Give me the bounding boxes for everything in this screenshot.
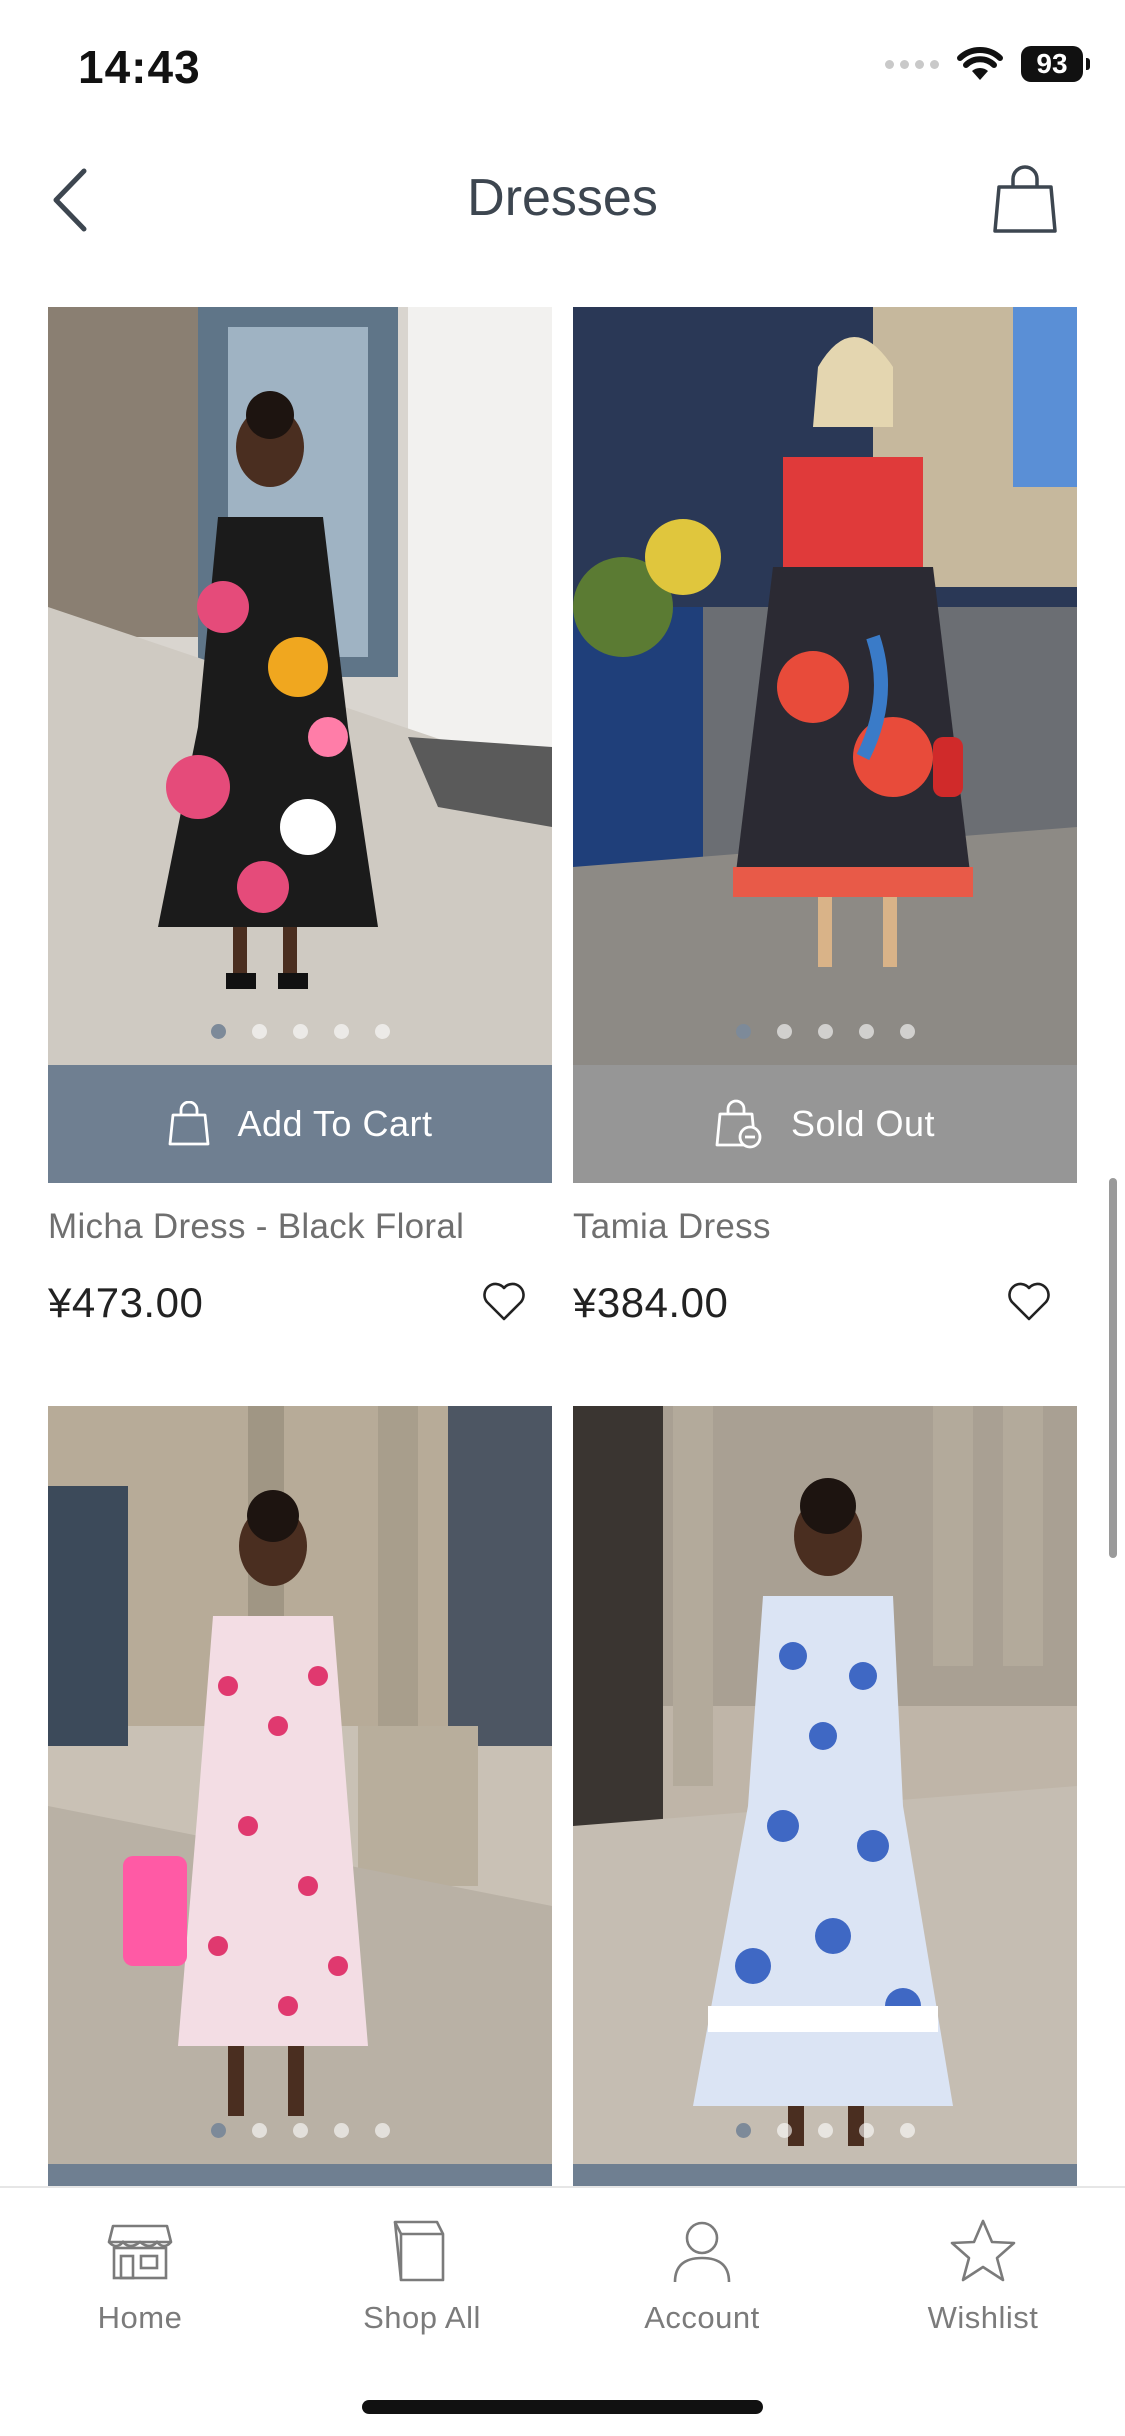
heart-icon[interactable] [1006, 1279, 1052, 1325]
pagination-dot[interactable] [817, 1024, 833, 1039]
pagination-dot[interactable] [776, 1024, 792, 1039]
add-to-cart-button[interactable]: Add To Cart [48, 1065, 552, 1183]
cart-button[interactable] [985, 160, 1065, 240]
pagination-dot[interactable] [858, 1024, 874, 1039]
product-card[interactable] [573, 1406, 1077, 2282]
pagination-dot[interactable] [817, 2123, 833, 2138]
add-to-cart-label: Add To Cart [237, 1103, 433, 1144]
pagination-dot[interactable] [333, 2123, 349, 2138]
pagination-dot[interactable] [735, 2123, 751, 2138]
pagination-dot[interactable] [333, 1024, 349, 1039]
shopping-bag-icon [993, 165, 1057, 233]
product-photo [573, 307, 1077, 1065]
pagination-dot[interactable] [251, 1024, 267, 1039]
heart-icon[interactable] [481, 1279, 527, 1325]
product-card[interactable]: Sold Out Tamia Dress ¥384.00 [573, 307, 1077, 1329]
pagination-dot[interactable] [735, 1024, 751, 1039]
user-icon [673, 2221, 731, 2283]
product-card[interactable]: Add To Cart Micha Dress - Black Floral ¥… [48, 307, 552, 1329]
sold-out-bag-icon [715, 1099, 762, 1149]
pagination-dot[interactable] [858, 2123, 874, 2138]
product-image[interactable] [48, 1406, 552, 2164]
product-name[interactable]: Micha Dress - Black Floral [48, 1207, 552, 1247]
product-photo [48, 307, 552, 1065]
store-icon [107, 2224, 173, 2280]
sold-out-button: Sold Out [573, 1065, 1077, 1183]
tab-label: Shop All [363, 2300, 481, 2335]
status-time: 14:43 [78, 41, 201, 93]
product-card[interactable] [48, 1406, 552, 2282]
product-price: ¥384.00 [573, 1279, 729, 1326]
image-pagination[interactable] [48, 2123, 552, 2138]
product-name[interactable]: Tamia Dress [573, 1207, 1077, 1247]
pagination-dot[interactable] [899, 1024, 915, 1039]
product-photo [48, 1406, 552, 2164]
star-icon [950, 2219, 1016, 2282]
pagination-dot[interactable] [210, 2123, 226, 2138]
product-image[interactable] [48, 307, 552, 1065]
status-indicators: 93 [885, 46, 1090, 82]
scrollbar[interactable] [1109, 1178, 1117, 1558]
tab-label: Account [644, 2300, 760, 2335]
pagination-dot[interactable] [776, 2123, 792, 2138]
pagination-dot[interactable] [374, 2123, 390, 2138]
home-indicator[interactable] [362, 2400, 763, 2414]
pagination-dot[interactable] [899, 2123, 915, 2138]
price-row: ¥384.00 [573, 1279, 1077, 1329]
pagination-dot[interactable] [292, 2123, 308, 2138]
image-pagination[interactable] [573, 1024, 1077, 1039]
tab-account[interactable]: Account [602, 2216, 802, 2336]
product-price: ¥473.00 [48, 1279, 204, 1326]
tab-label: Home [97, 2300, 183, 2335]
battery-icon: 93 [1021, 46, 1090, 82]
tab-shop-all[interactable]: Shop All [322, 2216, 522, 2336]
shopping-bag-icon [393, 2220, 445, 2282]
battery-level: 93 [1036, 48, 1068, 79]
image-pagination[interactable] [573, 2123, 1077, 2138]
wifi-icon [957, 47, 1003, 80]
pagination-dot[interactable] [251, 2123, 267, 2138]
image-pagination[interactable] [48, 1024, 552, 1039]
signal-icon [885, 59, 939, 69]
product-image[interactable] [573, 1406, 1077, 2164]
pagination-dot[interactable] [374, 1024, 390, 1039]
status-bar: 14:43 93 [0, 0, 1125, 130]
tab-label: Wishlist [927, 2300, 1039, 2335]
price-row: ¥473.00 [48, 1279, 552, 1329]
tab-bar: Home Shop All Account Wishlist [0, 2186, 1125, 2436]
pagination-dot[interactable] [210, 1024, 226, 1039]
tab-home[interactable]: Home [40, 2216, 240, 2336]
pagination-dot[interactable] [292, 1024, 308, 1039]
page-title: Dresses [467, 169, 658, 227]
navigation-header: Dresses [0, 150, 1125, 250]
shopping-bag-icon [168, 1101, 209, 1146]
tab-wishlist[interactable]: Wishlist [883, 2216, 1083, 2336]
product-photo [573, 1406, 1077, 2164]
sold-out-label: Sold Out [790, 1103, 936, 1144]
product-image[interactable] [573, 307, 1077, 1065]
